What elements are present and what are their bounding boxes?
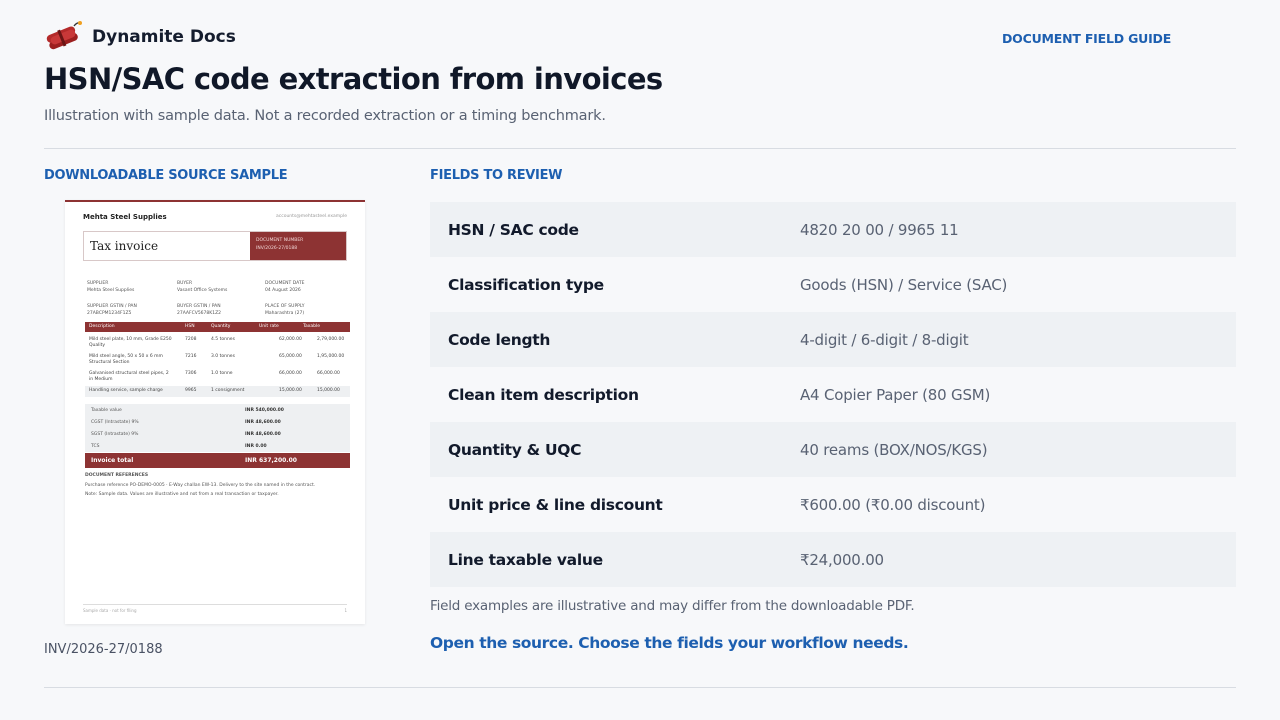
open-source-cta-link[interactable]: Open the source. Choose the fields your … <box>430 634 909 652</box>
field-value: 4820 20 00 / 9965 11 <box>800 220 959 239</box>
preview-seller: Mehta Steel Supplies <box>83 213 167 221</box>
fields-section-label: FIELDS TO REVIEW <box>430 168 563 183</box>
dynamite-icon <box>44 20 82 54</box>
preview-date: DOCUMENT DATE 04 August 2026 <box>265 281 305 293</box>
field-name: Clean item description <box>448 385 639 404</box>
fields-table: HSN / SAC code 4820 20 00 / 9965 11 Clas… <box>430 202 1236 587</box>
field-name: HSN / SAC code <box>448 220 579 239</box>
footer-divider <box>44 687 1236 688</box>
preview-doc-no: INV/2026-27/0188 <box>256 246 298 251</box>
preview-sample-note: Note: Sample data. Values are illustrati… <box>85 492 279 497</box>
preview-totals: Taxable value INR 540,000.00 CGST (Intra… <box>85 404 350 452</box>
field-row-line-taxable-value: Line taxable value ₹24,000.00 <box>430 532 1236 587</box>
preview-buyer: BUYER Vasant Office Systems <box>177 281 228 293</box>
field-value: A4 Copier Paper (80 GSM) <box>800 385 991 404</box>
preview-buyer-gstin: BUYER GSTIN / PAN 27AAFCV5678K1Z2 <box>177 304 222 316</box>
preview-place-of-supply: PLACE OF SUPPLY Maharashtra (27) <box>265 304 305 316</box>
document-field-guide-link[interactable]: DOCUMENT FIELD GUIDE <box>1002 31 1171 46</box>
preview-supplier: SUPPLIER Mehta Steel Supplies <box>87 281 135 293</box>
field-value: ₹24,000.00 <box>800 550 884 569</box>
preview-doc-no-label: DOCUMENT NUMBER <box>256 238 304 243</box>
page-subtitle: Illustration with sample data. Not a rec… <box>44 108 606 124</box>
invoice-preview[interactable]: Mehta Steel Supplies accounts@mehtasteel… <box>65 200 365 624</box>
preview-table-header: Description HSN Quantity Unit rate Taxab… <box>85 322 350 332</box>
preview-title-box: Tax invoice DOCUMENT NUMBER INV/2026-27/… <box>83 231 347 261</box>
preview-doc-number-box: DOCUMENT NUMBER INV/2026-27/0188 <box>250 232 346 260</box>
field-row-classification-type: Classification type Goods (HSN) / Servic… <box>430 257 1236 312</box>
field-row-quantity-uqc: Quantity & UQC 40 reams (BOX/NOS/KGS) <box>430 422 1236 477</box>
field-name: Line taxable value <box>448 550 603 569</box>
brand[interactable]: Dynamite Docs <box>44 20 236 54</box>
field-value: ₹600.00 (₹0.00 discount) <box>800 495 986 514</box>
page-title: HSN/SAC code extraction from invoices <box>44 62 663 96</box>
field-value: 40 reams (BOX/NOS/KGS) <box>800 440 988 459</box>
preview-invoice-total: Invoice total INR 637,200.00 <box>85 453 350 468</box>
field-name: Quantity & UQC <box>448 440 582 459</box>
field-row-unit-price-discount: Unit price & line discount ₹600.00 (₹0.0… <box>430 477 1236 532</box>
field-row-code-length: Code length 4-digit / 6-digit / 8-digit <box>430 312 1236 367</box>
source-section-label: DOWNLOADABLE SOURCE SAMPLE <box>44 168 288 183</box>
preview-contact: accounts@mehtasteel.example <box>276 214 347 219</box>
preview-supplier-gstin: SUPPLIER GSTIN / PAN 27ABCPM1234F1Z5 <box>87 304 137 316</box>
preview-references-line: Purchase reference PO-DEMO-0005 · E-Way … <box>85 483 316 488</box>
brand-name: Dynamite Docs <box>92 27 236 47</box>
invoice-number: INV/2026-27/0188 <box>44 642 163 657</box>
field-value: 4-digit / 6-digit / 8-digit <box>800 330 969 349</box>
preview-doc-title: Tax invoice <box>90 239 159 253</box>
table-row: Handling service, sample charge 9965 1 c… <box>85 386 350 397</box>
field-row-hsn-sac-code: HSN / SAC code 4820 20 00 / 9965 11 <box>430 202 1236 257</box>
field-row-clean-item-description: Clean item description A4 Copier Paper (… <box>430 367 1236 422</box>
preview-footer-divider <box>83 604 347 605</box>
field-value: Goods (HSN) / Service (SAC) <box>800 275 1008 294</box>
header-divider <box>44 148 1236 149</box>
preview-page-number: 1 <box>344 608 347 613</box>
field-name: Classification type <box>448 275 604 294</box>
field-name: Code length <box>448 330 551 349</box>
illustrative-note: Field examples are illustrative and may … <box>430 598 915 614</box>
field-name: Unit price & line discount <box>448 495 663 514</box>
preview-references-label: DOCUMENT REFERENCES <box>85 473 149 478</box>
preview-footer: Sample data · not for filing <box>83 608 137 613</box>
